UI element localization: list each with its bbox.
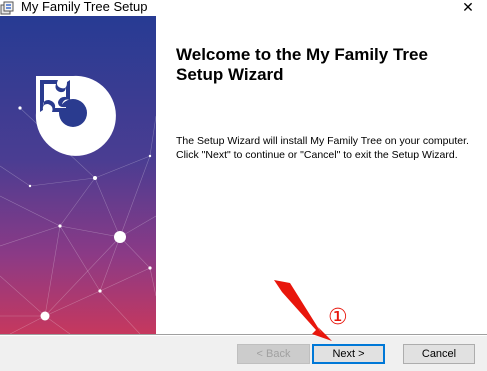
title-bar: My Family Tree Setup ✕ (0, 0, 487, 16)
window-title: My Family Tree Setup (21, 0, 148, 14)
divider-highlight (0, 335, 487, 336)
puzzle-piece-logo-icon (35, 75, 116, 156)
close-button[interactable]: ✕ (449, 0, 487, 16)
welcome-content: Welcome to the My Family Tree Setup Wiza… (156, 16, 487, 334)
step-marker: ① (328, 305, 348, 330)
next-button[interactable]: Next > (312, 344, 385, 364)
cancel-button[interactable]: Cancel (403, 344, 475, 364)
page-title: Welcome to the My Family Tree Setup Wiza… (176, 45, 428, 84)
back-button[interactable]: < Back (237, 344, 310, 364)
description-text: The Setup Wizard will install My Family … (176, 135, 469, 161)
installer-icon (0, 1, 14, 15)
side-banner (0, 16, 156, 334)
banner-graphic (0, 16, 156, 334)
close-icon: ✕ (462, 0, 474, 15)
